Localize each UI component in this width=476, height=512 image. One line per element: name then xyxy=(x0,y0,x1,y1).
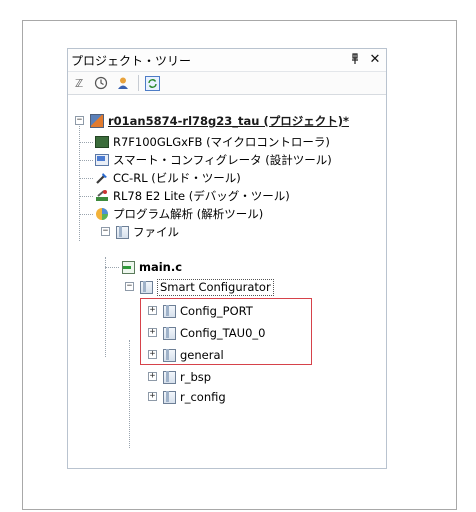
tree-node-subfolder[interactable]: r_config xyxy=(161,388,226,406)
tree-node-debugger[interactable]: RL78 E2 Lite (デバッグ・ツール) xyxy=(94,187,290,205)
tree-node-label: main.c xyxy=(139,260,183,274)
analysis-tool-icon xyxy=(94,206,110,222)
tree-connector xyxy=(79,196,93,197)
folder-icon xyxy=(161,303,177,319)
tree-connector xyxy=(105,257,106,357)
folder-icon xyxy=(114,224,130,240)
expand-icon[interactable]: + xyxy=(148,392,157,401)
toolbar-separator xyxy=(138,75,139,91)
tree-node-subfolder[interactable]: r_bsp xyxy=(161,368,211,386)
tree-node-files-folder[interactable]: ファイル xyxy=(114,223,179,241)
tree-connector xyxy=(79,121,80,241)
folder-icon xyxy=(161,325,177,341)
expand-icon[interactable]: + xyxy=(148,306,157,315)
tree-node-label: CC-RL (ビルド・ツール) xyxy=(113,171,241,185)
pin-icon[interactable] xyxy=(348,53,362,67)
build-tool-icon xyxy=(94,170,110,186)
tree-node-label: r_bsp xyxy=(180,370,212,384)
tree-node-label: R7F100GLGxFB (マイクロコントローラ) xyxy=(113,135,330,149)
tree-connector xyxy=(105,267,119,268)
folder-icon xyxy=(161,369,177,385)
tree-node-label: スマート・コンフィグレータ (設計ツール) xyxy=(113,153,332,167)
tree-node-subfolder[interactable]: Config_TAU0_0 xyxy=(161,324,265,342)
tree-node-device[interactable]: R7F100GLGxFB (マイクロコントローラ) xyxy=(94,133,330,151)
clock-icon[interactable] xyxy=(92,74,110,92)
expand-icon[interactable]: + xyxy=(148,350,157,359)
tree-node-subfolder[interactable]: Config_PORT xyxy=(161,302,253,320)
panel-toolbar: ℤ xyxy=(68,72,386,95)
tree-connector xyxy=(129,340,130,448)
tree-node-subfolder[interactable]: general xyxy=(161,346,224,364)
tree-node-label: RL78 E2 Lite (デバッグ・ツール) xyxy=(113,189,290,203)
debug-tool-icon xyxy=(94,188,110,204)
c-file-icon xyxy=(120,259,136,275)
folder-icon xyxy=(161,389,177,405)
tree-connector xyxy=(79,160,93,161)
tree-node-main-file[interactable]: main.c xyxy=(120,258,182,276)
tree-node-label: r01an5874-rl78g23_tau (プロジェクト)* xyxy=(108,114,349,128)
project-icon xyxy=(89,113,105,129)
tree-node-smart-configurator-folder[interactable]: Smart Configurator xyxy=(138,278,274,296)
tree-node-label: Smart Configurator xyxy=(157,278,274,296)
collapse-icon[interactable]: − xyxy=(125,282,134,291)
tree-node-label: general xyxy=(180,348,224,362)
panel-titlebar: プロジェクト・ツリー ✕ xyxy=(68,49,386,72)
tree-node-label: r_config xyxy=(180,390,226,404)
tree-node-label: ファイル xyxy=(133,225,179,239)
design-tool-icon xyxy=(94,152,110,168)
project-tree-panel: プロジェクト・ツリー ✕ ℤ − r01an5874-rl78g23_tau (… xyxy=(67,48,387,469)
user-icon[interactable] xyxy=(114,74,132,92)
tree-node-smart-configurator-tool[interactable]: スマート・コンフィグレータ (設計ツール) xyxy=(94,151,332,169)
tree-node-project[interactable]: r01an5874-rl78g23_tau (プロジェクト)* xyxy=(89,112,349,130)
panel-title: プロジェクト・ツリー xyxy=(71,53,192,68)
tree-node-compiler[interactable]: CC-RL (ビルド・ツール) xyxy=(94,169,241,187)
expand-icon[interactable]: + xyxy=(148,328,157,337)
tree-connector xyxy=(79,178,93,179)
close-icon[interactable]: ✕ xyxy=(368,53,382,67)
collapse-icon[interactable]: − xyxy=(75,116,84,125)
refresh-icon[interactable] xyxy=(143,74,161,92)
sort-icon[interactable]: ℤ xyxy=(70,74,88,92)
tree-connector xyxy=(79,214,93,215)
project-tree: − r01an5874-rl78g23_tau (プロジェクト)* R7F100… xyxy=(68,95,386,468)
expand-icon[interactable]: + xyxy=(148,372,157,381)
svg-text:ℤ: ℤ xyxy=(75,77,83,90)
folder-icon xyxy=(138,279,154,295)
tree-node-label: Config_PORT xyxy=(180,304,253,318)
microcontroller-icon xyxy=(94,134,110,150)
tree-node-label: プログラム解析 (解析ツール) xyxy=(113,207,264,221)
tree-node-label: Config_TAU0_0 xyxy=(180,326,266,340)
tree-node-analyzer[interactable]: プログラム解析 (解析ツール) xyxy=(94,205,263,223)
collapse-icon[interactable]: − xyxy=(101,227,110,236)
tree-connector xyxy=(79,142,93,143)
folder-icon xyxy=(161,347,177,363)
